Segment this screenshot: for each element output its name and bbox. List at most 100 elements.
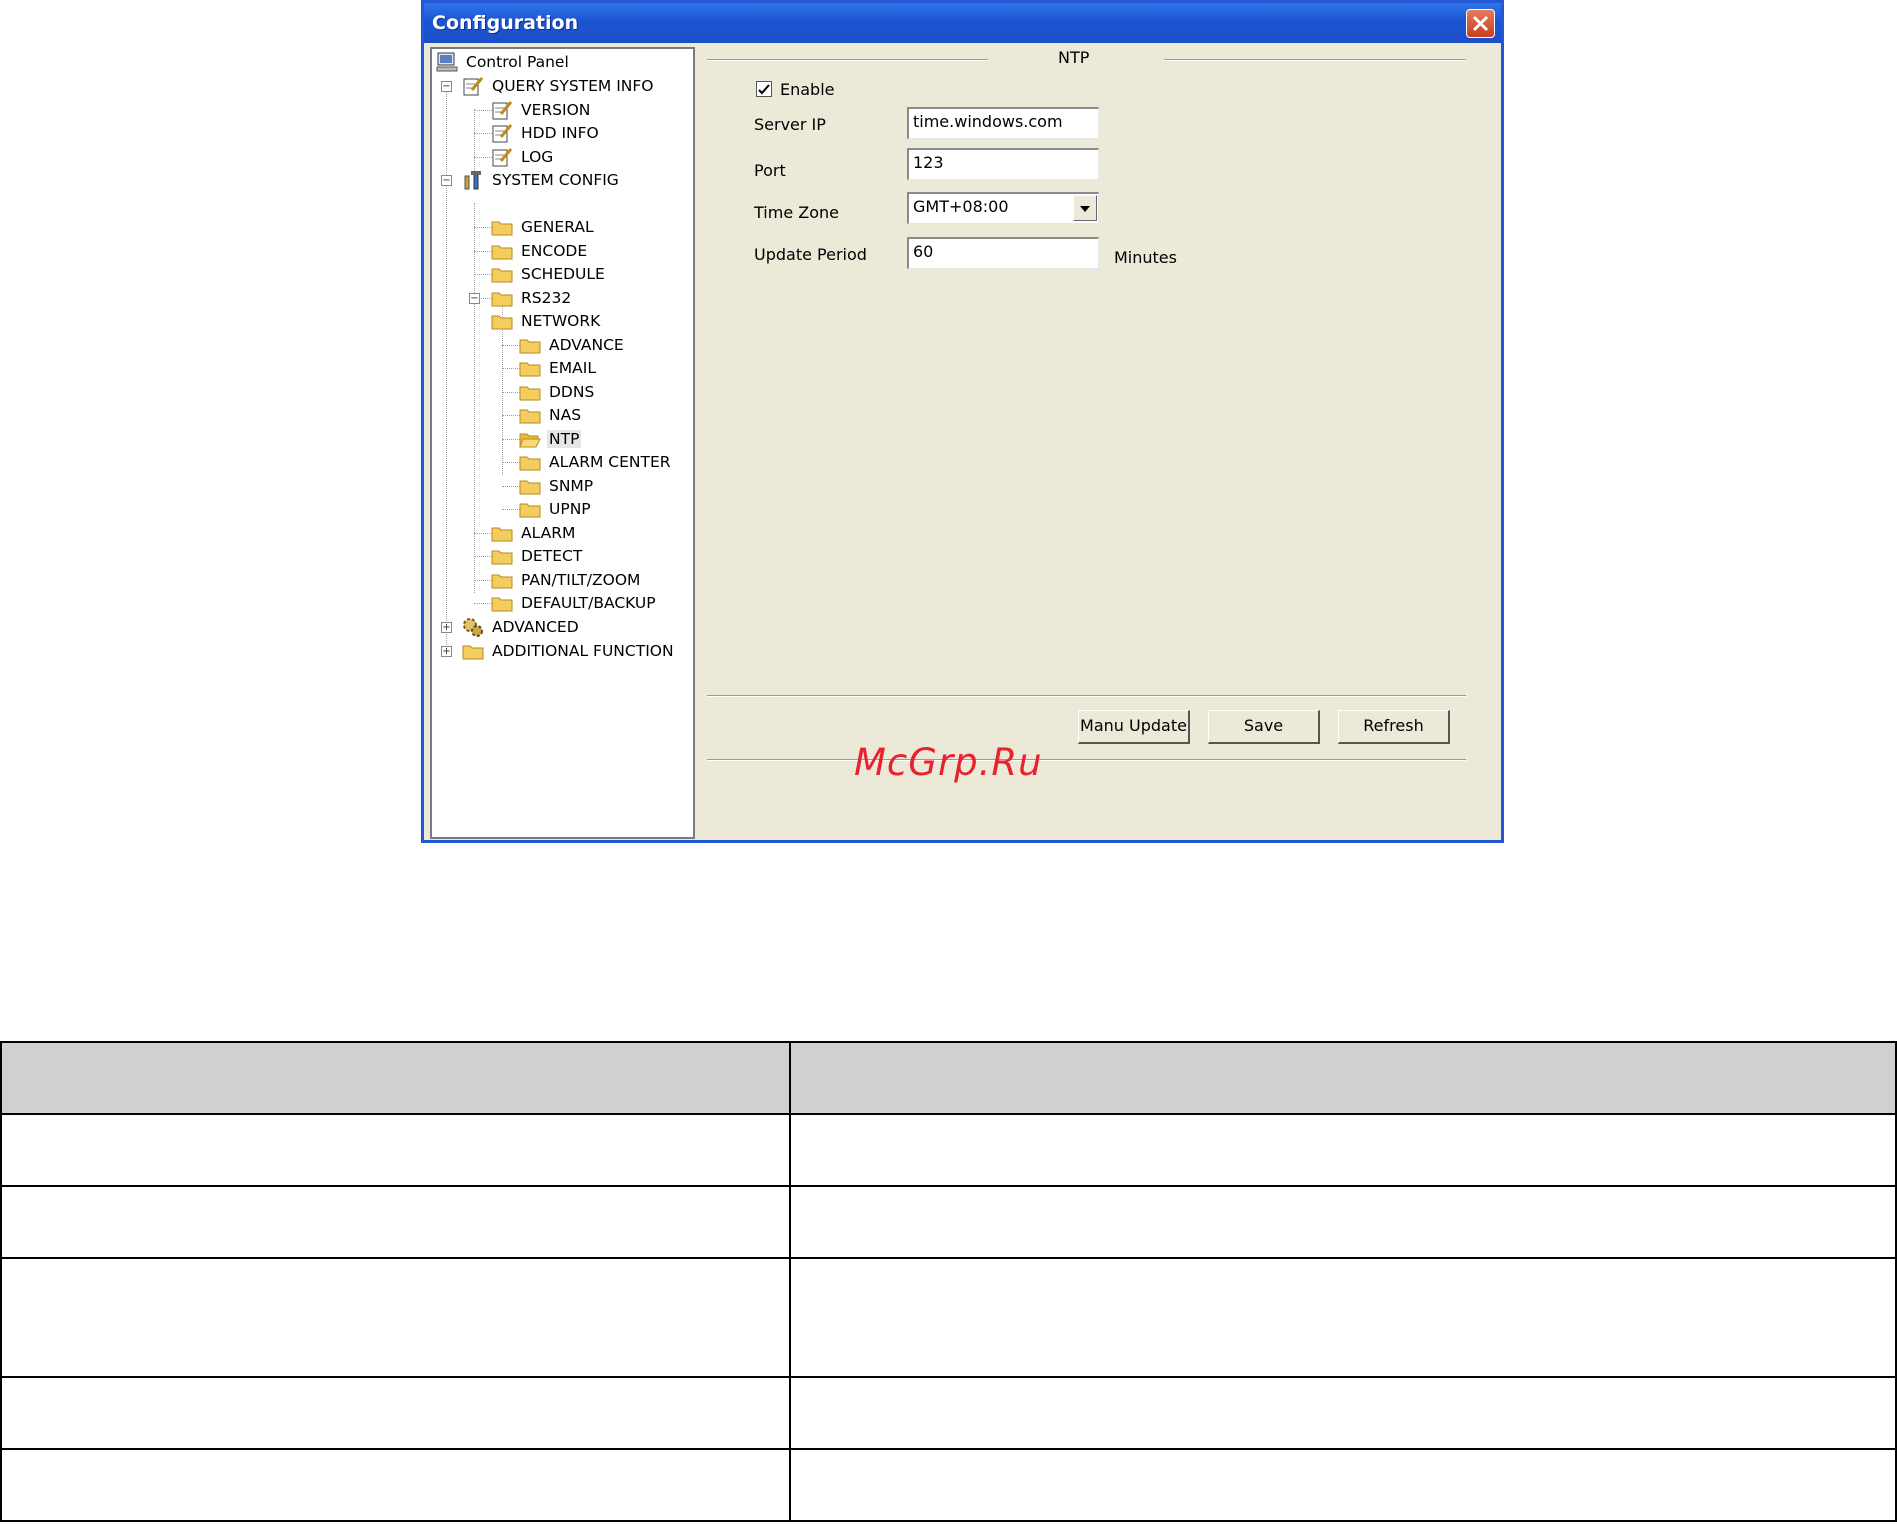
description-table: [0, 1041, 1897, 1522]
folder-icon: [519, 499, 541, 519]
tree-item-default-backup[interactable]: DEFAULT/BACKUP: [491, 592, 658, 614]
table-cell: [789, 1376, 1897, 1450]
time-zone-value: GMT+08:00: [913, 197, 1009, 216]
enable-label: Enable: [780, 80, 835, 99]
expander-advanced[interactable]: +: [441, 622, 452, 633]
computer-icon: [436, 52, 458, 72]
window-title: Configuration: [432, 12, 579, 34]
tree-item-query-system-info[interactable]: QUERY SYSTEM INFO: [462, 75, 656, 97]
expander-query-system-info[interactable]: −: [441, 81, 452, 92]
button-divider-bottom: [707, 759, 1466, 761]
folder-icon: [519, 382, 541, 402]
expander-system-config[interactable]: −: [441, 175, 452, 186]
tree-item-additional-function[interactable]: ADDITIONAL FUNCTION: [462, 640, 676, 662]
folder-icon: [491, 311, 513, 331]
update-period-unit: Minutes: [1114, 248, 1177, 267]
folder-icon: [491, 570, 513, 590]
tree-item-pan-tilt-zoom[interactable]: PAN/TILT/ZOOM: [491, 569, 642, 591]
table-row: [0, 1113, 1897, 1187]
tree-item-nas[interactable]: NAS: [519, 404, 583, 426]
update-period-input[interactable]: 60: [907, 237, 1099, 269]
tree-item-advanced[interactable]: ADVANCED: [462, 616, 581, 638]
tree-item-email[interactable]: EMAIL: [519, 357, 598, 379]
table-row: [0, 1376, 1897, 1450]
tree-item-rs232[interactable]: RS232: [491, 287, 573, 309]
port-input[interactable]: 123: [907, 148, 1099, 180]
close-button[interactable]: [1466, 9, 1495, 38]
notepad-icon: [491, 100, 513, 120]
tree-item-advance[interactable]: ADVANCE: [519, 334, 626, 356]
table-row: [0, 1257, 1897, 1378]
tree-item-alarm[interactable]: ALARM: [491, 522, 577, 544]
enable-checkbox[interactable]: [756, 81, 772, 97]
save-button[interactable]: Save: [1208, 710, 1320, 744]
expander-additional-function[interactable]: +: [441, 646, 452, 657]
folder-icon: [491, 264, 513, 284]
gears-icon: [462, 617, 484, 637]
folder-icon: [491, 593, 513, 613]
tree-item-encode[interactable]: ENCODE: [491, 240, 589, 262]
tree-item-network[interactable]: NETWORK: [491, 310, 602, 332]
tree-item-schedule[interactable]: SCHEDULE: [491, 263, 607, 285]
table-row: [0, 1448, 1897, 1522]
table-cell: [789, 1113, 1897, 1187]
table-cell: [0, 1257, 792, 1378]
notepad-icon: [462, 76, 484, 96]
folder-icon: [519, 335, 541, 355]
tree-item-alarm-center[interactable]: ALARM CENTER: [519, 451, 673, 473]
table-header-row: [0, 1041, 1897, 1115]
update-period-label: Update Period: [754, 245, 867, 264]
table-cell: [789, 1257, 1897, 1378]
server-ip-input[interactable]: time.windows.com: [907, 107, 1099, 139]
tree-item-control-panel[interactable]: Control Panel: [436, 51, 571, 73]
time-zone-select[interactable]: GMT+08:00: [907, 192, 1099, 224]
table-cell: [0, 1185, 792, 1259]
folder-icon: [519, 452, 541, 472]
tree-item-version[interactable]: VERSION: [491, 99, 592, 121]
table-cell: [0, 1113, 792, 1187]
folder-icon: [519, 476, 541, 496]
tree-item-hdd-info[interactable]: HDD INFO: [491, 122, 601, 144]
button-divider-top: [707, 695, 1466, 697]
folder-icon: [491, 241, 513, 261]
folder-icon: [519, 358, 541, 378]
folder-icon: [491, 217, 513, 237]
notepad-icon: [491, 147, 513, 167]
tree-item-system-config[interactable]: SYSTEM CONFIG: [462, 169, 621, 191]
table-cell: [789, 1185, 1897, 1259]
table-cell: [0, 1448, 792, 1522]
tools-icon: [462, 170, 484, 190]
group-title: NTP: [1058, 48, 1090, 67]
dropdown-button[interactable]: [1073, 195, 1097, 221]
folder-icon: [491, 546, 513, 566]
port-label: Port: [754, 161, 786, 180]
table-cell: [789, 1448, 1897, 1522]
tree-item-ddns[interactable]: DDNS: [519, 381, 596, 403]
table-cell: [789, 1041, 1897, 1115]
navigation-tree: − − − + + Control Panel QUERY SYSTEM INF…: [430, 47, 695, 839]
tree-item-detect[interactable]: DETECT: [491, 545, 584, 567]
tree-item-general[interactable]: GENERAL: [491, 216, 596, 238]
folder-icon: [462, 641, 484, 661]
group-divider-left: [707, 59, 988, 61]
expander-network[interactable]: −: [469, 293, 480, 304]
refresh-button[interactable]: Refresh: [1338, 710, 1450, 744]
folder-icon: [491, 288, 513, 308]
tree-item-ntp[interactable]: NTP: [519, 428, 582, 450]
notepad-icon: [491, 123, 513, 143]
close-icon: [1472, 15, 1489, 32]
open-folder-icon: [519, 429, 541, 449]
tree-item-upnp[interactable]: UPNP: [519, 498, 593, 520]
group-divider-right: [1164, 59, 1466, 61]
chevron-down-icon: [1080, 206, 1090, 212]
title-bar[interactable]: Configuration: [424, 3, 1501, 43]
tree-item-snmp[interactable]: SNMP: [519, 475, 595, 497]
table-row: [0, 1185, 1897, 1259]
table-cell: [0, 1041, 792, 1115]
watermark: McGrp.Ru: [854, 741, 1043, 784]
checkmark-icon: [758, 84, 770, 95]
table-cell: [0, 1376, 792, 1450]
tree-item-log[interactable]: LOG: [491, 146, 555, 168]
manu-update-button[interactable]: Manu Update: [1078, 710, 1190, 744]
folder-icon: [519, 405, 541, 425]
